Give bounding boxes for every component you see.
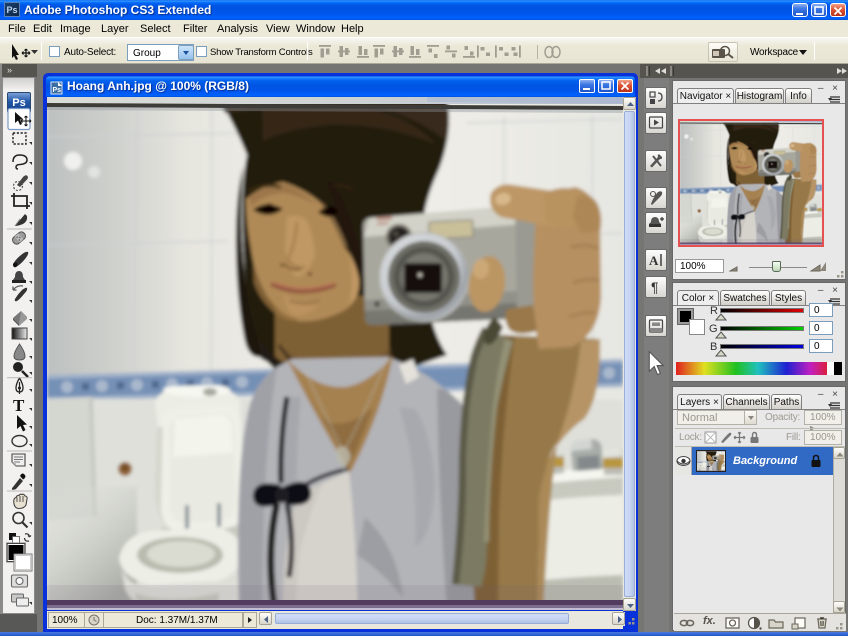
svg-text:¶: ¶ xyxy=(651,279,659,295)
svg-text:T: T xyxy=(13,396,25,415)
svg-text:A: A xyxy=(649,253,659,268)
svg-text:Ps: Ps xyxy=(53,87,62,94)
